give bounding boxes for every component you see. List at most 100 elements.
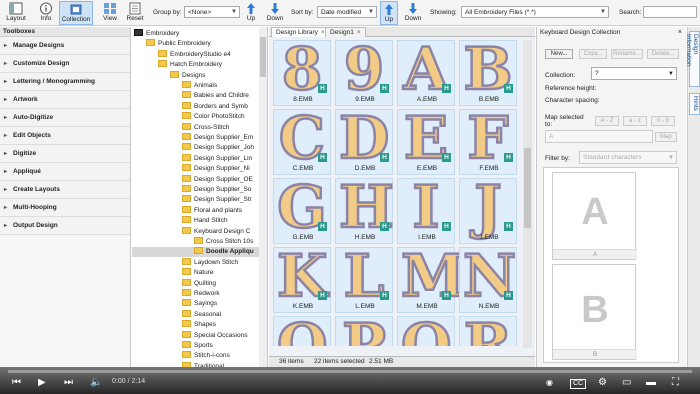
- tree-item[interactable]: Designs: [132, 70, 205, 81]
- toolbox-multi-hooping[interactable]: Multi-Hooping: [0, 199, 130, 217]
- toolbox-create-layouts[interactable]: Create Layouts: [0, 181, 130, 199]
- design-thumbnail[interactable]: H H H.EMB: [335, 177, 395, 244]
- design-thumbnail[interactable]: D H D.EMB: [335, 108, 393, 175]
- map-lower-a-z-button[interactable]: a - z: [623, 116, 647, 126]
- map-input[interactable]: A: [545, 130, 653, 143]
- tree-item[interactable]: Hand Stitch: [132, 216, 228, 226]
- tree-item[interactable]: Keyboard Design C: [132, 226, 250, 237]
- volume-icon[interactable]: 🔈: [90, 377, 102, 389]
- tree-item[interactable]: Embroidery: [132, 29, 179, 39]
- preview-cell-a[interactable]: A A: [552, 172, 637, 260]
- tree-item[interactable]: Floral and plants: [132, 205, 242, 216]
- tree-item[interactable]: Shapes: [132, 320, 216, 330]
- play-icon[interactable]: ▶: [38, 377, 46, 389]
- new-collection-button[interactable]: New...: [545, 49, 573, 59]
- tree-item[interactable]: Design Supplier_Joh: [132, 143, 254, 153]
- miniplayer-icon[interactable]: ▭: [622, 377, 631, 389]
- tree-scrollbar[interactable]: [259, 27, 267, 367]
- tree-item[interactable]: Design Supplier_So: [132, 185, 251, 195]
- tree-item[interactable]: Doodle Appliqu: [132, 247, 267, 258]
- design-thumbnail[interactable]: F H F.EMB: [459, 108, 517, 175]
- tree-scroll-thumb[interactable]: [260, 37, 266, 77]
- theater-mode-icon[interactable]: ▬: [646, 377, 656, 389]
- close-icon[interactable]: ×: [357, 29, 361, 36]
- search-input[interactable]: [643, 6, 697, 18]
- tree-item[interactable]: Nature: [132, 268, 214, 278]
- tree-item[interactable]: Design Supplier_Lin: [132, 153, 252, 164]
- design-thumbnail[interactable]: OHO.EMB: [273, 315, 331, 346]
- design-thumbnail[interactable]: B H B.EMB: [459, 40, 517, 106]
- design-thumbnail[interactable]: M H M.EMB: [397, 246, 466, 313]
- design-thumbnail[interactable]: L H L.EMB: [335, 246, 393, 313]
- tree-item[interactable]: Quilting: [132, 278, 216, 289]
- map-a-z-button[interactable]: A - Z: [595, 116, 619, 126]
- design-thumbnail[interactable]: C H C.EMB: [273, 108, 331, 175]
- grid-scroll-thumb[interactable]: [524, 148, 531, 228]
- tree-item[interactable]: Special Occasions: [132, 330, 247, 341]
- tree-item[interactable]: Design Supplier_Em: [132, 133, 253, 143]
- design-thumbnail[interactable]: I H I.EMB: [397, 177, 455, 244]
- tab-design-library[interactable]: Design Library ×: [271, 27, 330, 37]
- design-thumbnail[interactable]: G H G.EMB: [273, 177, 331, 244]
- collection-button[interactable]: Collection: [59, 1, 93, 25]
- design-thumbnail[interactable]: 9 H 9.EMB: [335, 40, 393, 106]
- design-thumbnail[interactable]: K H K.EMB: [273, 246, 331, 313]
- toolbox-auto-digitize[interactable]: Auto-Digitize: [0, 109, 130, 127]
- tree-item[interactable]: Public Embroidery: [132, 39, 211, 49]
- toolbox-digitize[interactable]: Digitize: [0, 145, 130, 163]
- tree-item[interactable]: Design Supplier_OE: [132, 174, 253, 185]
- tab-design-information[interactable]: Design Information: [685, 31, 700, 87]
- design-thumbnail[interactable]: RHR.EMB: [459, 315, 517, 346]
- tab-design1[interactable]: Design1 ×: [325, 27, 366, 37]
- captions-icon[interactable]: CC: [570, 379, 587, 389]
- tab-hints[interactable]: Hints: [689, 93, 700, 115]
- preview-cell-b[interactable]: B B: [552, 264, 637, 360]
- tree-item[interactable]: EmbroideryStudio e4: [132, 49, 231, 60]
- toolbox-edit-objects[interactable]: Edit Objects: [0, 127, 130, 145]
- tree-item[interactable]: Animals: [132, 81, 217, 91]
- map-button[interactable]: Map: [655, 132, 677, 142]
- collection-select[interactable]: ? ▼: [591, 67, 677, 80]
- skip-previous-icon[interactable]: ⏮: [12, 377, 21, 389]
- sort-down-button[interactable]: Down: [402, 1, 424, 25]
- tree-item[interactable]: Laydown Stitch: [132, 257, 238, 268]
- settings-icon[interactable]: ⚙: [598, 377, 607, 389]
- toolbox-artwork[interactable]: Artwork: [0, 91, 130, 109]
- toolbox-customize-design[interactable]: Customize Design: [0, 55, 130, 73]
- toolbox-manage-designs[interactable]: Manage Designs: [0, 37, 130, 55]
- layout-button[interactable]: Layout: [3, 1, 29, 25]
- tree-item[interactable]: Seasonal: [132, 309, 221, 320]
- reset-button[interactable]: Reset: [125, 1, 145, 25]
- group-by-select[interactable]: <None> ▼: [184, 6, 240, 18]
- tree-item[interactable]: Sports: [132, 341, 213, 351]
- tree-item[interactable]: Design Supplier_Str: [132, 195, 252, 205]
- skip-next-icon[interactable]: ⏭: [64, 377, 73, 389]
- fullscreen-icon[interactable]: ⛶: [672, 377, 679, 389]
- autoplay-toggle-icon[interactable]: ◉: [546, 377, 553, 389]
- tree-item[interactable]: Hatch Embroidery: [132, 60, 222, 70]
- tree-item[interactable]: Color PhotoStitch: [132, 112, 245, 122]
- close-icon[interactable]: ×: [678, 29, 682, 36]
- design-thumbnail[interactable]: QHQ.EMB: [397, 315, 455, 346]
- showing-select[interactable]: All Embroidery Files (*.*) ▼: [461, 6, 609, 18]
- delete-collection-button[interactable]: Delete...: [647, 49, 679, 59]
- filter-select[interactable]: Standard characters ▼: [579, 151, 677, 164]
- toolbox-appliqu[interactable]: Appliqué: [0, 163, 130, 181]
- view-button[interactable]: View: [98, 1, 122, 25]
- map-0-9-button[interactable]: 0 - 9: [651, 116, 675, 126]
- tree-item[interactable]: Cross Stitch 10s: [132, 237, 253, 247]
- toolbox-output-design[interactable]: Output Design: [0, 217, 130, 235]
- design-thumbnail[interactable]: PHP.EMB: [335, 315, 393, 346]
- tree-item[interactable]: Borders and Symb: [132, 101, 248, 112]
- copy-collection-button[interactable]: Copy...: [579, 49, 607, 59]
- video-progress-bar[interactable]: [8, 370, 692, 373]
- toolbox-lettering-monogramming[interactable]: Lettering / Monogramming: [0, 73, 130, 91]
- rename-collection-button[interactable]: Rename...: [611, 49, 643, 59]
- tree-item[interactable]: Redwork: [132, 289, 220, 299]
- design-thumbnail[interactable]: E H E.EMB: [397, 108, 455, 175]
- grid-scrollbar[interactable]: [523, 40, 532, 348]
- sort-up-button[interactable]: Up: [380, 1, 398, 25]
- sort-by-select[interactable]: Date modified ▼: [317, 6, 377, 18]
- tree-item[interactable]: Cross-Stitch: [132, 122, 229, 133]
- tree-item[interactable]: Stitch-i-cons: [132, 351, 230, 361]
